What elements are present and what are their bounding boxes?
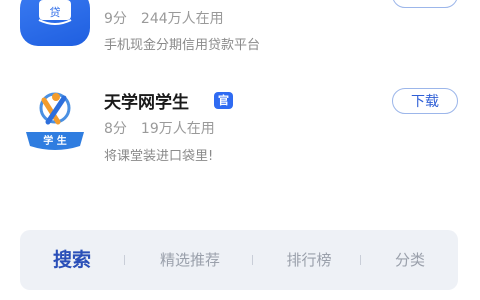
bottom-tab-bar: 搜索 精选推荐 排行榜 分类 <box>20 230 458 290</box>
app-list-item[interactable]: 贷 9分 244万人在用 手机现金分期信用贷款平台 <box>0 0 480 70</box>
tab-categories[interactable]: 分类 <box>372 230 448 290</box>
tab-ranking[interactable]: 排行榜 <box>266 230 352 290</box>
app-store-screen: 贷 9分 244万人在用 手机现金分期信用贷款平台 学 生 天学网学生 官 8分… <box>0 0 480 300</box>
download-button[interactable]: 下载 <box>392 88 458 114</box>
app-name[interactable]: 天学网学生 <box>104 88 189 113</box>
app-score: 8分 <box>104 121 127 137</box>
tab-search[interactable]: 搜索 <box>34 230 110 290</box>
app-list-item[interactable]: 学 生 天学网学生 官 8分 19万人在用 将课堂装进口袋里! 下载 <box>0 80 480 190</box>
official-badge: 官 <box>214 92 233 109</box>
tab-divider <box>360 255 361 265</box>
download-button[interactable] <box>392 0 458 8</box>
tab-divider <box>124 255 125 265</box>
app-icon-label: 贷 <box>50 5 61 19</box>
tianxue-student-icon[interactable]: 学 生 <box>20 88 90 158</box>
app-description: 将课堂装进口袋里! <box>104 149 214 164</box>
tab-divider <box>252 255 253 265</box>
app-users: 19万人在用 <box>140 121 215 137</box>
app-meta: 9分 244万人在用 <box>104 8 238 28</box>
app-meta: 8分 19万人在用 <box>104 118 229 138</box>
app-icon-label: 学 生 <box>43 134 66 147</box>
tab-featured[interactable]: 精选推荐 <box>136 230 244 290</box>
app-description: 手机现金分期信用贷款平台 <box>104 38 261 53</box>
app-users: 244万人在用 <box>140 11 224 27</box>
graduation-cap-loan-icon[interactable]: 贷 <box>20 0 90 46</box>
app-score: 9分 <box>104 11 127 27</box>
